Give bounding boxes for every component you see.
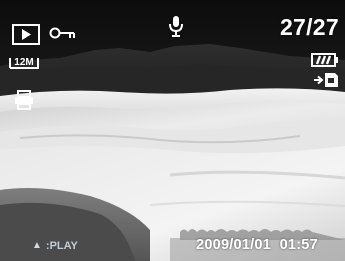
microphone-icon xyxy=(168,15,184,37)
camera-playback-screen: 27/27 12M ▲ :PLAY 2009/01/01 01:57 xyxy=(0,0,345,261)
up-arrow-icon: ▲ xyxy=(32,240,42,251)
play-hint-label: :PLAY xyxy=(45,240,78,252)
resolution-label: 12M xyxy=(14,57,33,68)
play-mode-icon xyxy=(12,24,40,45)
printer-icon xyxy=(14,90,34,110)
image-counter: 27/27 xyxy=(279,14,339,40)
battery-full-icon xyxy=(311,53,339,67)
play-hint: ▲ :PLAY xyxy=(32,239,78,253)
time-label: 01:57 xyxy=(279,237,318,253)
date-time-stamp: 2009/01/01 01:57 xyxy=(196,236,318,254)
copy-to-card-icon xyxy=(313,72,339,88)
date-label: 2009/01/01 xyxy=(196,237,272,253)
key-protect-icon xyxy=(49,27,75,40)
resolution-badge: 12M xyxy=(9,53,39,70)
